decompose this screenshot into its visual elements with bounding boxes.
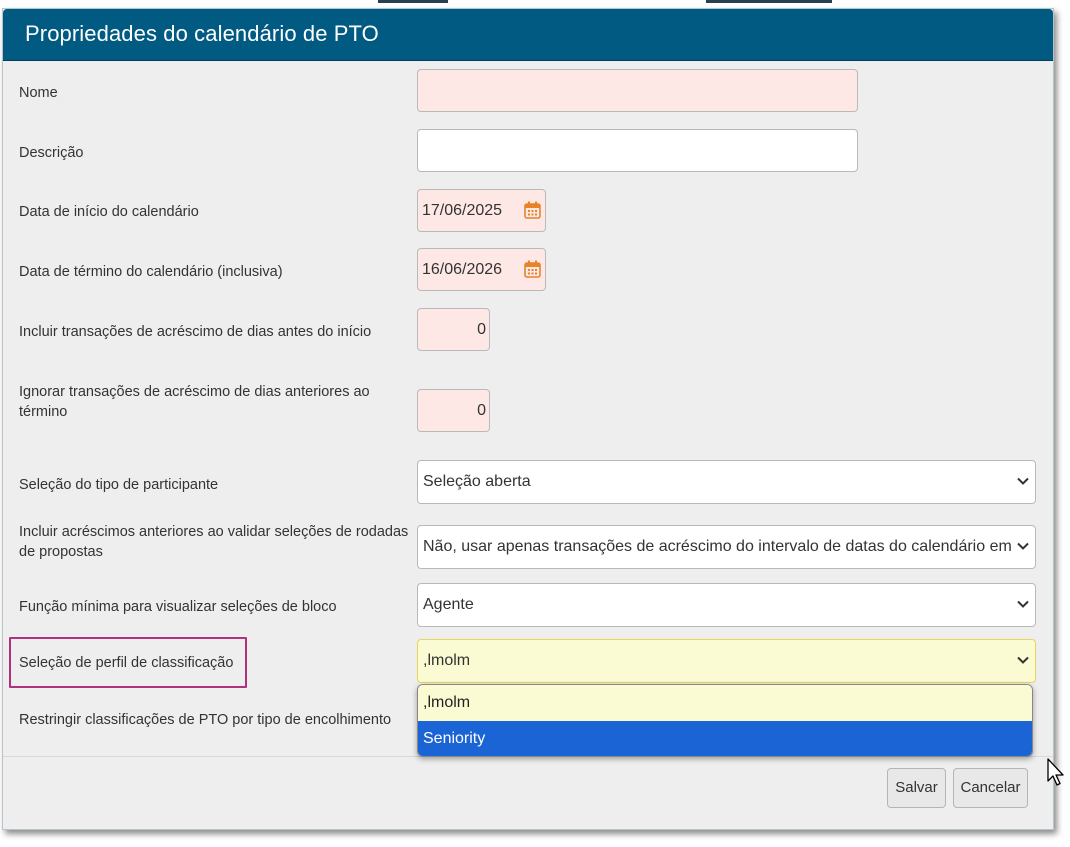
descricao-input[interactable] xyxy=(417,129,858,172)
perfil-classificacao-select[interactable]: ,lmolm xyxy=(417,639,1036,683)
data-termino-label: Data de término do calendário (inclusiva… xyxy=(19,264,283,280)
data-inicio-label: Data de início do calendário xyxy=(19,204,199,220)
dropdown-option-selected[interactable]: Seniority xyxy=(418,721,1032,756)
perfil-classificacao-value: ,lmolm xyxy=(423,652,471,669)
chevron-down-icon xyxy=(1017,656,1029,664)
ignorar-anteriores-label: Ignorar transações de acréscimo de dias … xyxy=(19,384,370,420)
dialog-header: Propriedades do calendário de PTO xyxy=(3,9,1053,61)
ignorar-anteriores-input[interactable]: 0 xyxy=(417,389,490,432)
chevron-down-icon xyxy=(1017,477,1029,485)
cancel-button[interactable]: Cancelar xyxy=(953,768,1028,808)
data-inicio-value: 17/06/2025 xyxy=(422,202,503,219)
nome-label: Nome xyxy=(19,85,58,101)
background-tab xyxy=(378,0,448,3)
descricao-label: Descrição xyxy=(19,145,84,161)
data-termino-value: 16/06/2026 xyxy=(422,261,503,278)
incluir-antes-value: 0 xyxy=(477,321,486,338)
ignorar-anteriores-value: 0 xyxy=(477,402,486,419)
incluir-acrescimos-select[interactable]: Não, usar apenas transações de acréscimo… xyxy=(417,525,1036,569)
dropdown-option[interactable]: ,lmolm xyxy=(418,685,1032,721)
incluir-antes-label: Incluir transações de acréscimo de dias … xyxy=(19,324,372,340)
funcao-minima-label: Função mínima para visualizar seleções d… xyxy=(19,599,337,615)
data-termino-input[interactable]: 16/06/2026 xyxy=(417,248,546,291)
chevron-down-icon xyxy=(1017,542,1029,550)
restringir-label: Restringir classificações de PTO por tip… xyxy=(19,712,392,728)
incluir-antes-input[interactable]: 0 xyxy=(417,308,490,351)
calendar-icon[interactable] xyxy=(524,260,541,278)
annotation-highlight-box xyxy=(9,637,247,688)
nome-input[interactable] xyxy=(417,69,858,112)
tipo-participante-select[interactable]: Seleção aberta xyxy=(417,460,1036,504)
perfil-classificacao-dropdown[interactable]: ,lmolm Seniority xyxy=(417,684,1033,757)
funcao-minima-select[interactable]: Agente xyxy=(417,583,1036,627)
incluir-acrescimos-label: Incluir acréscimos anteriores ao validar… xyxy=(19,524,409,560)
chevron-down-icon xyxy=(1017,600,1029,608)
background-window-strip xyxy=(0,0,1070,8)
mouse-pointer-icon xyxy=(1047,758,1064,786)
funcao-minima-value: Agente xyxy=(423,596,474,613)
tipo-participante-label: Seleção do tipo de participante xyxy=(19,477,219,493)
incluir-acrescimos-value: Não, usar apenas transações de acréscimo… xyxy=(423,538,1012,555)
tipo-participante-value: Seleção aberta xyxy=(423,473,531,490)
background-tab xyxy=(706,0,832,3)
save-button[interactable]: Salvar xyxy=(887,768,946,808)
data-inicio-input[interactable]: 17/06/2025 xyxy=(417,189,546,232)
dialog-title: Propriedades do calendário de PTO xyxy=(25,21,379,46)
calendar-icon[interactable] xyxy=(524,201,541,219)
